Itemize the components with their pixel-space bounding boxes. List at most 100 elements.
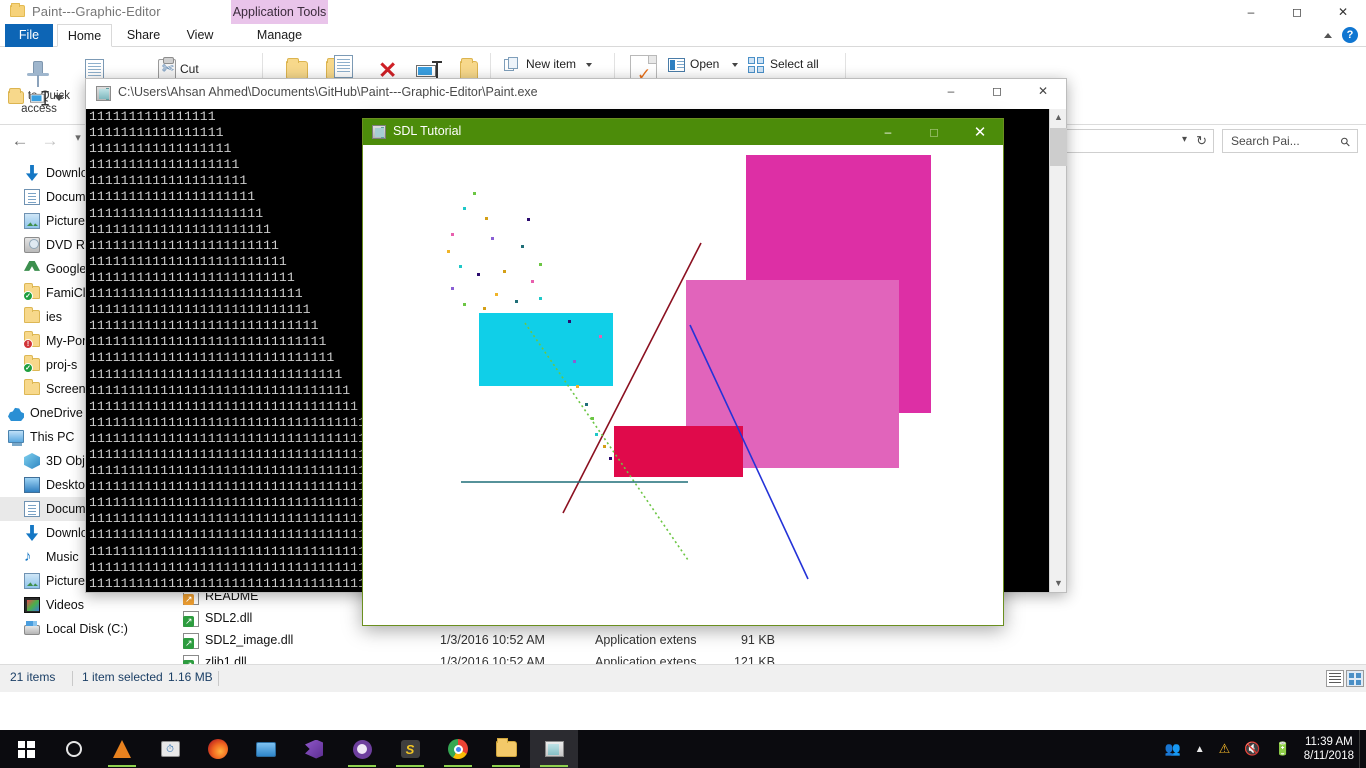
table-row[interactable]: ↗ SDL2_image.dll 1/3/2016 10:52 AM Applicat… xyxy=(175,630,1366,652)
console-title: C:\Users\Ahsan Ahmed\Documents\GitHub\Pa… xyxy=(118,85,538,99)
folder-error-icon: ! xyxy=(23,331,40,349)
application-tools-label: Application Tools xyxy=(231,0,328,24)
clock[interactable]: 11:39 AM 8/11/2018 xyxy=(1304,735,1354,763)
collapse-ribbon-icon[interactable] xyxy=(1324,32,1332,38)
sdl-maximize-button[interactable]: ◻ xyxy=(911,119,957,145)
tab-file[interactable]: File xyxy=(5,24,53,47)
new-item-chevron-down-icon[interactable] xyxy=(586,63,592,67)
show-desktop-button[interactable] xyxy=(1359,730,1366,768)
scatter-pixel xyxy=(477,273,480,276)
sdl-tutorial-window[interactable]: SDL Tutorial – ◻ ✕ xyxy=(362,118,1004,626)
new-item-label[interactable]: New item xyxy=(526,57,576,71)
sdl-minimize-button[interactable]: – xyxy=(865,119,911,145)
open-chevron-down-icon[interactable] xyxy=(732,63,738,67)
taskbar-explorer[interactable] xyxy=(482,730,530,768)
select-all-icon[interactable] xyxy=(748,57,764,73)
scatter-pixel xyxy=(603,445,606,448)
new-item-icon[interactable] xyxy=(504,57,520,73)
sidebar-item-label: This PC xyxy=(30,430,75,444)
help-icon[interactable]: ? xyxy=(1342,27,1358,43)
taskbar-github[interactable] xyxy=(338,730,386,768)
scatter-pixel xyxy=(531,280,534,283)
sidebar-item-label: OneDrive xyxy=(30,406,83,420)
scatter-pixel xyxy=(491,237,494,240)
console-minimize-button[interactable]: – xyxy=(928,79,974,103)
status-selection: 1 item selected xyxy=(82,670,163,684)
scroll-down-icon[interactable]: ▼ xyxy=(1050,575,1067,592)
tab-view[interactable]: View xyxy=(175,24,225,47)
scatter-pixel xyxy=(451,233,454,236)
taskbar-console[interactable] xyxy=(530,730,578,768)
open-icon[interactable] xyxy=(668,58,685,72)
desktop-screen: Paint---Graphic-Editor Application Tools… xyxy=(0,0,1366,768)
taskbar-monitor-app[interactable]: ⏱ xyxy=(146,730,194,768)
dll-icon: ↗ xyxy=(183,633,199,649)
close-button[interactable]: ✕ xyxy=(1320,0,1366,24)
videos-icon xyxy=(24,597,40,613)
minimize-button[interactable]: – xyxy=(1228,0,1274,24)
file-shortcut-glyph: ↗ xyxy=(185,616,193,626)
start-button[interactable] xyxy=(2,730,50,768)
sync-error-badge-icon: ! xyxy=(23,339,33,349)
copy-to-doc-overlay-icon xyxy=(334,55,353,78)
battery-charging-icon[interactable]: 🔋 xyxy=(1275,741,1291,757)
tab-home[interactable]: Home xyxy=(57,24,112,47)
show-hidden-icons-icon[interactable]: ▲ xyxy=(1195,744,1205,755)
taskbar-chrome[interactable] xyxy=(434,730,482,768)
desktop-icon xyxy=(24,477,40,493)
console-scrollbar[interactable]: ▲ ▼ xyxy=(1049,109,1067,592)
file-shortcut-glyph: ↗ xyxy=(185,660,193,670)
maximize-button[interactable]: ◻ xyxy=(1274,0,1320,24)
folder-icon xyxy=(24,307,40,323)
vscode-icon xyxy=(305,739,323,759)
console-maximize-button[interactable]: ◻ xyxy=(974,79,1020,103)
sidebar-item-label: Music xyxy=(46,550,79,564)
taskbar-sublime[interactable]: S xyxy=(386,730,434,768)
tab-share[interactable]: Share xyxy=(116,24,171,47)
system-tray: 👥 ▲ ⚠ 🔇 🔋 11:39 AM 8/11/2018 xyxy=(1158,730,1366,768)
dll-icon: ↗ xyxy=(183,611,199,627)
address-chevron-down-icon[interactable]: ▾ xyxy=(1182,134,1187,145)
scatter-pixel xyxy=(447,250,450,253)
tab-manage[interactable]: Manage xyxy=(231,24,328,47)
scatter-pixel xyxy=(539,297,542,300)
details-view-button[interactable] xyxy=(1326,670,1344,687)
3d-objects-icon xyxy=(24,453,40,469)
wifi-warning-icon[interactable]: ⚠ xyxy=(1219,741,1231,757)
tiles-view-button[interactable] xyxy=(1346,670,1364,687)
sidebar-item-label: Videos xyxy=(46,598,84,612)
people-icon[interactable]: 👥 xyxy=(1165,741,1181,757)
forward-button[interactable]: → xyxy=(38,131,62,151)
sidebar-item-videos[interactable]: Videos xyxy=(0,593,175,617)
console-close-button[interactable]: ✕ xyxy=(1020,79,1066,103)
sdl-close-button[interactable]: ✕ xyxy=(957,119,1003,145)
move-to-icon[interactable] xyxy=(286,58,308,79)
select-all-label[interactable]: Select all xyxy=(770,57,819,71)
refresh-icon[interactable]: ↻ xyxy=(1196,133,1207,149)
back-button[interactable]: ← xyxy=(8,131,32,151)
volume-muted-icon[interactable]: 🔇 xyxy=(1244,741,1260,757)
small-folder-icon[interactable] xyxy=(8,88,24,104)
pin-icon xyxy=(26,61,50,87)
scrollbar-thumb[interactable] xyxy=(1050,128,1067,166)
onedrive-icon xyxy=(8,407,24,421)
cut-label[interactable]: Cut xyxy=(180,62,199,76)
sdl-render-canvas[interactable] xyxy=(363,145,1003,625)
taskbar-remote-desktop[interactable] xyxy=(242,730,290,768)
small-rename-icon[interactable] xyxy=(30,91,49,106)
taskbar-vlc[interactable] xyxy=(98,730,146,768)
taskbar-vscode[interactable] xyxy=(290,730,338,768)
open-label[interactable]: Open xyxy=(690,57,719,71)
scatter-pixel xyxy=(495,293,498,296)
sidebar-item-label: proj-s xyxy=(46,358,78,372)
scroll-up-icon[interactable]: ▲ xyxy=(1050,109,1067,126)
cut-icon[interactable]: ✄ xyxy=(162,60,174,77)
github-desktop-icon xyxy=(352,739,372,759)
scatter-pixel xyxy=(539,263,542,266)
easy-access-chevron-down-icon[interactable] xyxy=(54,95,64,101)
taskbar-firefox[interactable] xyxy=(194,730,242,768)
taskbar[interactable]: ⏱ S 👥 ▲ ⚠ 🔇 🔋 11:39 AM 8/11/2018 xyxy=(0,730,1366,768)
cortana-button[interactable] xyxy=(50,730,98,768)
sidebar-item-local-disk-c[interactable]: Local Disk (C:) xyxy=(0,617,175,641)
status-divider-1 xyxy=(72,671,73,686)
